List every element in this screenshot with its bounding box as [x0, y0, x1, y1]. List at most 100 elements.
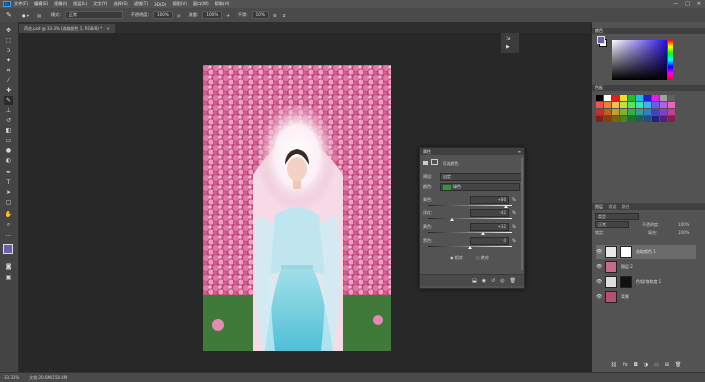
- minimize-button[interactable]: —: [673, 1, 678, 7]
- layer-filter-select[interactable]: 类型: [595, 213, 639, 220]
- menu-edit[interactable]: 编辑(E): [34, 1, 48, 7]
- color-swatch[interactable]: [596, 116, 603, 122]
- close-button[interactable]: ✕: [697, 1, 701, 7]
- smoothing-settings-icon[interactable]: ⚙: [273, 13, 277, 18]
- color-swatch[interactable]: [644, 109, 651, 115]
- magenta-slider-knob[interactable]: [450, 218, 455, 221]
- yellow-input[interactable]: +32: [470, 223, 509, 231]
- color-swatch[interactable]: [668, 95, 675, 101]
- color-swatch[interactable]: [628, 109, 635, 115]
- tab-layers[interactable]: 图层: [595, 204, 603, 209]
- lasso-tool-icon[interactable]: ↄ: [4, 46, 13, 55]
- brush-tool-icon[interactable]: ✎: [4, 96, 13, 105]
- menu-layer[interactable]: 图层(L): [73, 1, 87, 7]
- document-tab[interactable]: 荷花.psd @ 33.3% (选取颜色 1, RGB/8) * ×: [19, 24, 115, 33]
- mode-select[interactable]: 正常: [64, 11, 123, 19]
- healing-brush-tool-icon[interactable]: ✚: [4, 86, 13, 95]
- relative-radio[interactable]: ◉ 相对: [450, 255, 463, 261]
- properties-scrollbar[interactable]: [521, 158, 523, 270]
- color-swatch[interactable]: [652, 109, 659, 115]
- color-swatch[interactable]: [636, 95, 643, 101]
- quick-mask-icon[interactable]: ◙: [4, 262, 13, 271]
- menu-view[interactable]: 视图(V): [172, 1, 187, 7]
- brush-tool-icon[interactable]: ✎: [6, 11, 12, 19]
- layer-row[interactable]: 👁 图层 2: [596, 260, 696, 274]
- move-tool-icon[interactable]: ✥: [4, 26, 13, 35]
- adjustment-layer-icon[interactable]: ◑: [644, 362, 648, 370]
- color-swatch[interactable]: [604, 95, 611, 101]
- color-swatch[interactable]: [644, 95, 651, 101]
- new-layer-icon[interactable]: ⊞: [665, 362, 669, 370]
- color-swatch[interactable]: [636, 109, 643, 115]
- maximize-button[interactable]: □: [685, 1, 690, 7]
- menu-file[interactable]: 文件(F): [14, 1, 28, 7]
- link-icon[interactable]: ⛓: [611, 362, 617, 370]
- color-swatch[interactable]: [596, 109, 603, 115]
- colors-select[interactable]: 绿色: [440, 183, 520, 191]
- eye-icon[interactable]: 👁: [596, 279, 602, 285]
- type-tool-icon[interactable]: T: [4, 178, 13, 187]
- zoom-level[interactable]: 33.33%: [4, 375, 19, 380]
- menu-window[interactable]: 窗口(W): [193, 1, 209, 7]
- color-swatch[interactable]: [644, 116, 651, 122]
- color-swatch[interactable]: [628, 102, 635, 108]
- dodge-tool-icon[interactable]: ◐: [4, 156, 13, 165]
- panel-menu-icon[interactable]: ≡: [518, 148, 521, 155]
- color-swatch[interactable]: [660, 116, 667, 122]
- color-swatch[interactable]: [660, 109, 667, 115]
- smoothing-input[interactable]: 10%: [251, 11, 269, 19]
- cyan-slider[interactable]: [428, 205, 512, 206]
- absolute-radio[interactable]: ○ 绝对: [476, 255, 489, 261]
- cyan-slider-knob[interactable]: [504, 205, 509, 208]
- hand-tool-icon[interactable]: ✋: [4, 210, 13, 219]
- history-brush-tool-icon[interactable]: ↺: [4, 116, 13, 125]
- fx-icon[interactable]: fx: [623, 362, 628, 370]
- color-swatch[interactable]: [636, 116, 643, 122]
- color-swatch[interactable]: [628, 95, 635, 101]
- menu-filter[interactable]: 滤镜(T): [134, 1, 148, 7]
- eyedropper-tool-icon[interactable]: ⁄: [4, 76, 13, 85]
- airbrush-icon[interactable]: ✈: [226, 13, 230, 18]
- black-input[interactable]: 0: [470, 237, 509, 245]
- tab-close-icon[interactable]: ×: [107, 26, 110, 31]
- preset-select[interactable]: 自定: [440, 173, 522, 181]
- menu-select[interactable]: 选择(S): [113, 1, 127, 7]
- layer-row[interactable]: 👁 选取颜色 1: [596, 245, 696, 259]
- menu-3d[interactable]: 3D(D): [154, 2, 166, 7]
- eye-icon[interactable]: 👁: [596, 294, 602, 300]
- layer-opacity-value[interactable]: 100%: [678, 222, 689, 227]
- clip-to-layer-icon[interactable]: ⬓: [472, 278, 477, 284]
- color-swatch[interactable]: [620, 102, 627, 108]
- color-swatch[interactable]: [612, 109, 619, 115]
- color-swatch[interactable]: [660, 102, 667, 108]
- menu-type[interactable]: 文字(Y): [93, 1, 107, 7]
- color-swatch[interactable]: [644, 102, 651, 108]
- menu-help[interactable]: 帮助(H): [215, 1, 230, 7]
- yellow-slider-knob[interactable]: [481, 232, 486, 235]
- flow-input[interactable]: 100%: [202, 11, 223, 19]
- menu-image[interactable]: 图像(I): [54, 1, 67, 7]
- delete-layer-icon[interactable]: 🗑: [675, 362, 681, 370]
- quick-select-tool-icon[interactable]: ✦: [4, 56, 13, 65]
- color-swatch[interactable]: [652, 116, 659, 122]
- black-slider-knob[interactable]: [468, 246, 472, 249]
- tab-paths[interactable]: 路径: [622, 204, 630, 209]
- history-panel-icon[interactable]: ⇲: [506, 36, 510, 42]
- magenta-slider[interactable]: [428, 218, 512, 219]
- color-swatch[interactable]: [620, 109, 627, 115]
- color-swatch[interactable]: [660, 95, 667, 101]
- color-swatch[interactable]: [604, 102, 611, 108]
- zoom-tool-icon[interactable]: ⌕: [4, 220, 13, 229]
- color-swatch[interactable]: [620, 116, 627, 122]
- visibility-icon[interactable]: ◎: [500, 278, 504, 284]
- yellow-slider[interactable]: [428, 232, 512, 233]
- reset-icon[interactable]: ↺: [491, 278, 495, 284]
- blur-tool-icon[interactable]: ●: [4, 146, 13, 155]
- foreground-color-swatch[interactable]: [3, 244, 13, 254]
- color-swatch[interactable]: [620, 95, 627, 101]
- color-field[interactable]: [612, 40, 667, 80]
- delete-icon[interactable]: 🗑: [510, 278, 516, 284]
- symmetry-icon[interactable]: ⧖: [283, 13, 286, 18]
- color-swatch[interactable]: [668, 116, 675, 122]
- color-swatch[interactable]: [604, 116, 611, 122]
